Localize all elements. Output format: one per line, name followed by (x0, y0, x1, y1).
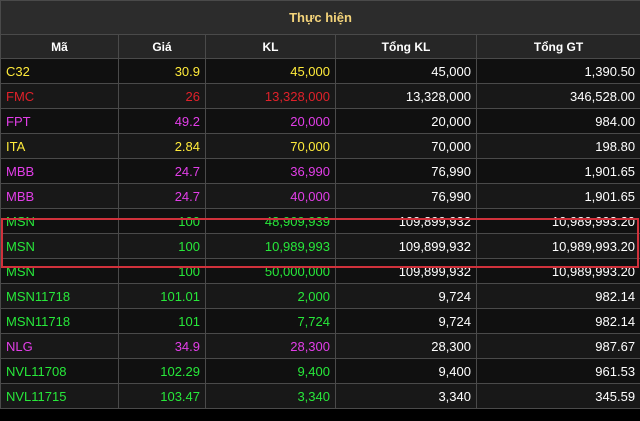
cell-total-volume: 13,328,000 (335, 83, 477, 109)
table-title: Thực hiện (0, 0, 640, 35)
cell-total-value: 1,390.50 (475, 58, 640, 84)
cell-total-volume: 20,000 (335, 108, 477, 134)
cell-volume: 7,724 (205, 308, 336, 334)
table-row[interactable]: MBB 24.7 36,990 76,990 1,901.65 (0, 158, 640, 184)
cell-symbol: ITA (0, 133, 119, 159)
cell-price: 49.2 (118, 108, 206, 134)
cell-total-value: 961.53 (475, 358, 640, 384)
table-row[interactable]: MSN 100 10,989,993 109,899,932 10,989,993.20 (0, 233, 640, 259)
table-row[interactable]: ITA 2.84 70,000 70,000 198.80 (0, 133, 640, 159)
cell-total-volume: 9,400 (335, 358, 477, 384)
cell-symbol: MSN (0, 208, 119, 234)
cell-total-volume: 109,899,932 (335, 208, 477, 234)
col-header-volume[interactable]: KL (205, 34, 336, 59)
cell-total-volume: 9,724 (335, 283, 477, 309)
table-row[interactable]: NVL11715 103.47 3,340 3,340 345.59 (0, 383, 640, 409)
cell-total-volume: 70,000 (335, 133, 477, 159)
cell-volume: 10,989,993 (205, 233, 336, 259)
cell-symbol: MSN11718 (0, 308, 119, 334)
table-row[interactable]: MSN 100 48,909,939 109,899,932 10,989,993.20 (0, 208, 640, 234)
cell-price: 100 (118, 233, 206, 259)
table-row[interactable]: MSN11718 101.01 2,000 9,724 982.14 (0, 283, 640, 309)
cell-price: 102.29 (118, 358, 206, 384)
cell-price: 24.7 (118, 183, 206, 209)
cell-volume: 20,000 (205, 108, 336, 134)
cell-symbol: FMC (0, 83, 119, 109)
cell-volume: 45,000 (205, 58, 336, 84)
trade-table: Thực hiện Mã Giá KL Tổng KL Tổng GT C32 3… (0, 0, 640, 409)
cell-total-value: 987.67 (475, 333, 640, 359)
cell-price: 2.84 (118, 133, 206, 159)
cell-total-value: 10,989,993.20 (475, 233, 640, 259)
cell-total-value: 982.14 (475, 308, 640, 334)
trade-board: Thực hiện Mã Giá KL Tổng KL Tổng GT C32 3… (0, 0, 640, 421)
cell-volume: 36,990 (205, 158, 336, 184)
cell-volume: 9,400 (205, 358, 336, 384)
table-row[interactable]: MBB 24.7 40,000 76,990 1,901.65 (0, 183, 640, 209)
cell-total-volume: 109,899,932 (335, 233, 477, 259)
cell-total-volume: 45,000 (335, 58, 477, 84)
cell-total-volume: 76,990 (335, 183, 477, 209)
cell-total-value: 984.00 (475, 108, 640, 134)
table-row[interactable]: MSN11718 101 7,724 9,724 982.14 (0, 308, 640, 334)
cell-price: 100 (118, 258, 206, 284)
cell-volume: 28,300 (205, 333, 336, 359)
cell-volume: 3,340 (205, 383, 336, 409)
cell-symbol: MSN11718 (0, 283, 119, 309)
cell-total-volume: 3,340 (335, 383, 477, 409)
cell-price: 34.9 (118, 333, 206, 359)
cell-price: 101.01 (118, 283, 206, 309)
table-row[interactable]: NVL11708 102.29 9,400 9,400 961.53 (0, 358, 640, 384)
cell-total-value: 10,989,993.20 (475, 208, 640, 234)
cell-volume: 13,328,000 (205, 83, 336, 109)
col-header-symbol[interactable]: Mã (0, 34, 119, 59)
cell-symbol: FPT (0, 108, 119, 134)
cell-total-volume: 109,899,932 (335, 258, 477, 284)
cell-price: 26 (118, 83, 206, 109)
cell-volume: 70,000 (205, 133, 336, 159)
cell-volume: 50,000,000 (205, 258, 336, 284)
cell-symbol: MBB (0, 183, 119, 209)
cell-symbol: MBB (0, 158, 119, 184)
cell-price: 103.47 (118, 383, 206, 409)
cell-price: 101 (118, 308, 206, 334)
cell-symbol: NVL11708 (0, 358, 119, 384)
cell-symbol: MSN (0, 233, 119, 259)
cell-total-value: 1,901.65 (475, 158, 640, 184)
cell-total-value: 10,989,993.20 (475, 258, 640, 284)
table-row[interactable]: NLG 34.9 28,300 28,300 987.67 (0, 333, 640, 359)
cell-total-value: 198.80 (475, 133, 640, 159)
table-row[interactable]: MSN 100 50,000,000 109,899,932 10,989,993.20 (0, 258, 640, 284)
cell-total-volume: 9,724 (335, 308, 477, 334)
col-header-total-volume[interactable]: Tổng KL (335, 34, 477, 59)
table-row[interactable]: C32 30.9 45,000 45,000 1,390.50 (0, 58, 640, 84)
cell-price: 100 (118, 208, 206, 234)
cell-total-volume: 28,300 (335, 333, 477, 359)
cell-total-value: 346,528.00 (475, 83, 640, 109)
cell-total-value: 345.59 (475, 383, 640, 409)
table-row[interactable]: FPT 49.2 20,000 20,000 984.00 (0, 108, 640, 134)
col-header-price[interactable]: Giá (118, 34, 206, 59)
cell-price: 24.7 (118, 158, 206, 184)
cell-symbol: MSN (0, 258, 119, 284)
cell-symbol: NLG (0, 333, 119, 359)
cell-price: 30.9 (118, 58, 206, 84)
cell-symbol: C32 (0, 58, 119, 84)
cell-volume: 40,000 (205, 183, 336, 209)
col-header-total-value[interactable]: Tổng GT (475, 34, 640, 59)
table-row[interactable]: FMC 26 13,328,000 13,328,000 346,528.00 (0, 83, 640, 109)
cell-volume: 2,000 (205, 283, 336, 309)
cell-total-value: 982.14 (475, 283, 640, 309)
cell-symbol: NVL11715 (0, 383, 119, 409)
cell-total-volume: 76,990 (335, 158, 477, 184)
cell-total-value: 1,901.65 (475, 183, 640, 209)
cell-volume: 48,909,939 (205, 208, 336, 234)
